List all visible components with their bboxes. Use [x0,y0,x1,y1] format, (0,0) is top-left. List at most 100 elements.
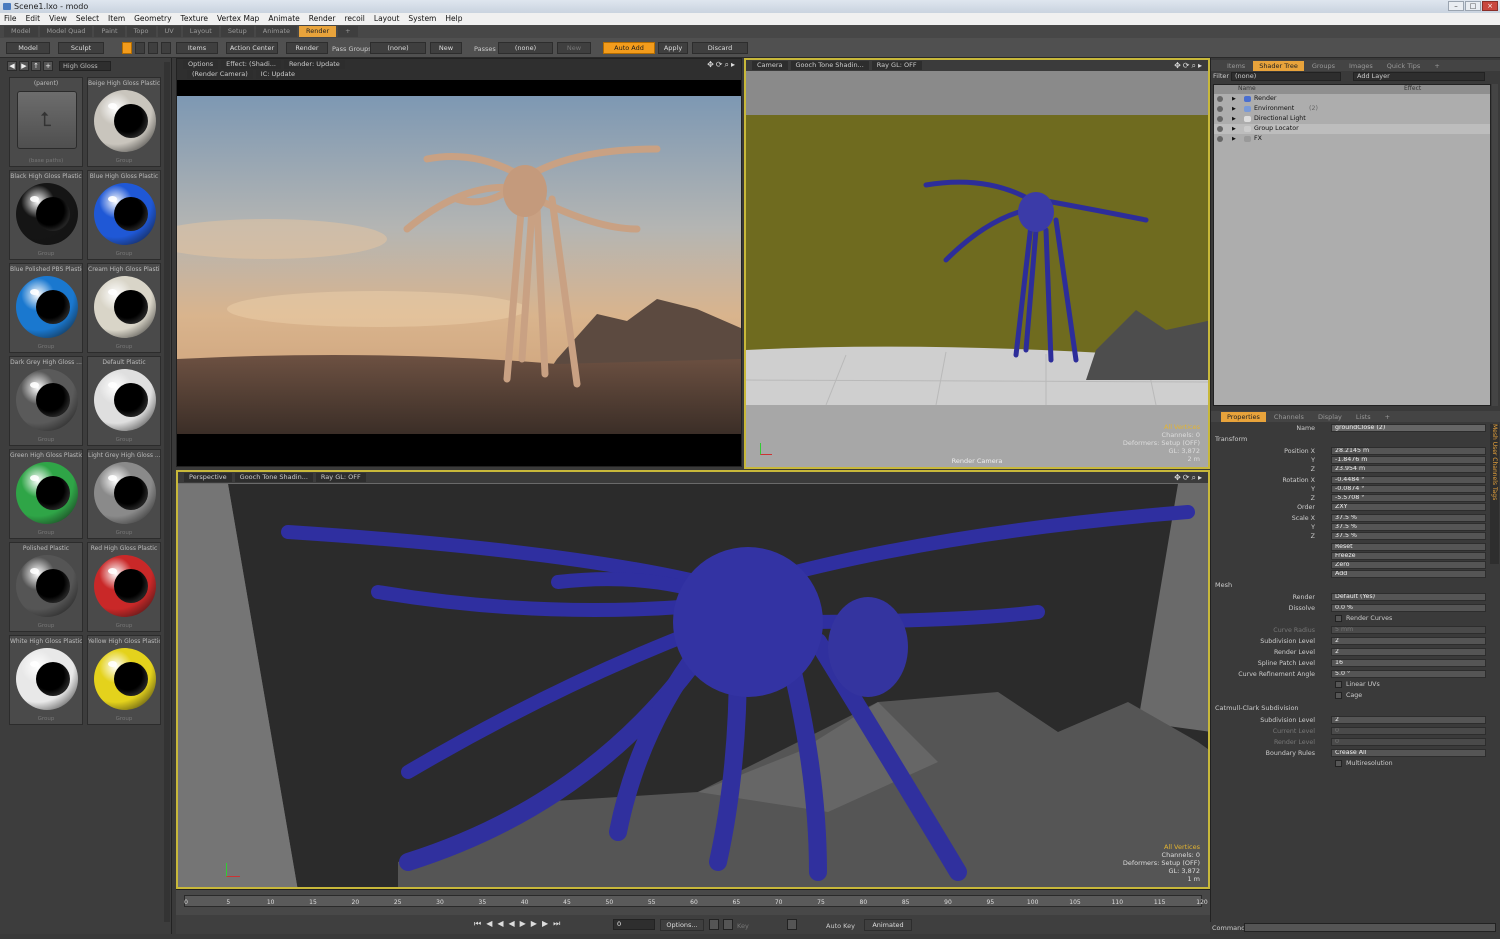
preset-item[interactable]: Beige High Gloss Plastic Group [87,77,161,167]
passes-dropdown[interactable]: (none) [498,42,553,54]
expand-arrow-icon[interactable]: ▶ [1232,124,1236,134]
layout-tab-topo[interactable]: Topo [126,26,156,37]
perspective-viewport[interactable]: Perspective Gooch Tone Shadin... Ray GL:… [176,470,1210,889]
freeze-dropdown[interactable]: Freeze [1331,552,1486,560]
property-tab-channels[interactable]: Channels [1268,412,1310,422]
shader-scrollbar[interactable] [1492,84,1498,406]
cage-checkbox[interactable] [1335,692,1342,699]
key-icon[interactable] [709,919,719,930]
menu-vertex-map[interactable]: Vertex Map [217,13,259,25]
ic-update-tab[interactable]: IC: Update [255,70,301,79]
menu-texture[interactable]: Texture [181,13,208,25]
expand-arrow-icon[interactable]: ▶ [1232,134,1236,144]
cc-current-field[interactable]: 0 [1331,727,1486,735]
preset-item[interactable]: Blue High Gloss Plastic Group [87,170,161,260]
shader-tree-row[interactable]: ▶ Environment (2) [1214,104,1490,114]
preset-item[interactable]: Dark Grey High Gloss ... Group [9,356,83,446]
add-icon[interactable]: + [43,61,53,71]
up-folder-icon[interactable]: ↑ [31,61,41,71]
menu-system[interactable]: System [408,13,436,25]
reset-dropdown[interactable]: Reset [1331,543,1486,551]
zero-dropdown[interactable]: Zero [1331,561,1486,569]
preset-item[interactable]: Blue Polished PBS Plastic Group [9,263,83,353]
viewport-nav-icons[interactable]: ✥⟳⌕▸ [707,60,737,70]
mesh-render-dropdown[interactable]: Default (Yes) [1331,593,1486,601]
menu-select[interactable]: Select [76,13,99,25]
camera-shading-tab[interactable]: Gooch Tone Shadin... [790,61,869,70]
preset-item[interactable]: Light Grey High Gloss ... Group [87,449,161,539]
shader-tab-add[interactable]: + [1428,61,1445,71]
sculpt-button[interactable]: Sculpt [58,42,104,54]
render-options-tab[interactable]: Options [183,60,219,69]
menu-item[interactable]: Item [108,13,125,25]
shader-tree-row[interactable]: ▶ Directional Light [1214,114,1490,124]
layout-tab-paint[interactable]: Paint [94,26,125,37]
layout-tab-render[interactable]: Render [299,26,337,37]
perspective-nav-icons[interactable]: ✥⟳⌕▸ [1174,473,1204,483]
shader-tree-row[interactable]: ▶ Render [1214,94,1490,104]
property-tab-lists[interactable]: Lists [1350,412,1377,422]
menu-animate[interactable]: Animate [268,13,299,25]
library-filter-dropdown[interactable]: High Gloss [59,61,111,71]
layout-tab-model[interactable]: Model [4,26,38,37]
boundary-dropdown[interactable]: Crease All [1331,749,1486,757]
playback-controls-icon[interactable]: ⏮◀◀◀▶▶▶⏭ [474,919,565,929]
scale-x-field[interactable]: 37.5 % [1331,514,1486,522]
auto-add-button[interactable]: Auto Add [603,42,655,54]
expand-arrow-icon[interactable]: ▶ [1232,94,1236,104]
animated-dropdown[interactable]: Animated [864,919,912,931]
maximize-button[interactable]: □ [1465,1,1481,11]
dissolve-field[interactable]: 0.0 % [1331,604,1486,612]
preset-item[interactable]: Red High Gloss Plastic Group [87,542,161,632]
order-dropdown[interactable]: ZXY [1331,503,1486,511]
perspective-shading-tab[interactable]: Gooch Tone Shadin... [234,473,313,482]
property-tab-display[interactable]: Display [1312,412,1348,422]
key-mode-icon[interactable] [723,919,733,930]
preset-item[interactable]: Cream High Gloss Plastic Group [87,263,161,353]
expand-arrow-icon[interactable]: ▶ [1232,114,1236,124]
position-y-field[interactable]: -1.8476 m [1331,456,1486,464]
scale-y-field[interactable]: 37.5 % [1331,523,1486,531]
spline-field[interactable]: 16 [1331,659,1486,667]
property-side-tabs[interactable]: Mesh User Channels Tags [1490,424,1499,564]
options-button[interactable]: Options... [660,919,704,931]
curve-ref-field[interactable]: 5.0 ° [1331,670,1486,678]
new-pass-group-button[interactable]: New [430,42,462,54]
model-button[interactable]: Model [6,42,50,54]
preset-item[interactable]: (parent) ⮤ (base paths) [9,77,83,167]
add-dropdown[interactable]: Add [1331,570,1486,578]
shader-tab-images[interactable]: Images [1343,61,1379,71]
property-tab-properties[interactable]: Properties [1221,411,1266,422]
select-edges-icon[interactable] [135,42,145,54]
visibility-eye-icon[interactable] [1217,116,1223,122]
menu-file[interactable]: File [4,13,17,25]
add-layer-dropdown[interactable]: Add Layer [1353,72,1485,81]
visibility-eye-icon[interactable] [1217,136,1223,142]
close-button[interactable]: × [1482,1,1498,11]
select-materials-icon[interactable] [161,42,171,54]
minimize-button[interactable]: – [1448,1,1464,11]
rotation-x-field[interactable]: -0.4484 ° [1331,476,1486,484]
preset-item[interactable]: Green High Gloss Plastic Group [9,449,83,539]
position-z-field[interactable]: 23.954 m [1331,465,1486,473]
select-polygons-icon[interactable] [148,42,158,54]
camera-raygl-tab[interactable]: Ray GL: OFF [871,61,922,70]
expand-arrow-icon[interactable]: ▶ [1232,104,1236,114]
shader-tree-row[interactable]: ▶ Group Locator [1214,124,1490,134]
subdiv-field[interactable]: 2 [1331,637,1486,645]
preset-scrollbar[interactable] [164,62,170,922]
menu-recoil[interactable]: recoil [344,13,364,25]
preset-item[interactable]: White High Gloss Plastic Group [9,635,83,725]
linear-uvs-checkbox[interactable] [1335,681,1342,688]
shader-tab-groups[interactable]: Groups [1306,61,1341,71]
rotation-z-field[interactable]: -5.5708 ° [1331,494,1486,502]
render-effect-tab[interactable]: Effect: (Shadi... [221,60,281,69]
perspective-tab[interactable]: Perspective [184,473,232,482]
shader-tab-shader-tree[interactable]: Shader Tree [1253,60,1304,71]
render-level-field[interactable]: 2 [1331,648,1486,656]
preset-item[interactable]: Default Plastic Group [87,356,161,446]
menu-layout[interactable]: Layout [374,13,400,25]
preset-item[interactable]: Black High Gloss Plastic Group [9,170,83,260]
shader-tree-row[interactable]: ▶ FX [1214,134,1490,144]
shader-tab-quick-tips[interactable]: Quick Tips [1381,61,1427,71]
